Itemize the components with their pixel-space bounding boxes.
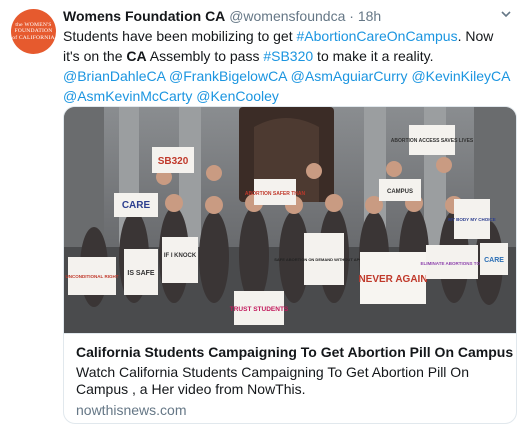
sign-text: ELIMINATE ABORTIONS TOO — [421, 261, 484, 266]
mention-link[interactable]: @KevinKileyCA — [411, 68, 509, 84]
sign-text: ABORTION SAFER THAN — [245, 191, 306, 197]
protest-photo: SB320 ABORTION ACCESS SAVES LIVES CARE A… — [64, 107, 516, 333]
mention-link[interactable]: @BrianDahleCA — [63, 68, 165, 84]
sign-text: CARE — [484, 257, 504, 264]
timestamp[interactable]: 18h — [358, 8, 381, 24]
author-name[interactable]: Womens Foundation CA — [63, 8, 225, 24]
tweet-text-segment: to make it a reality. — [313, 48, 434, 64]
tweet-text-segment: Students have been mobilizing to get — [63, 28, 297, 44]
sign-text: CARE — [122, 200, 151, 211]
mention-link[interactable]: @AsmKevinMcCarty — [63, 88, 192, 104]
sign-text: UNCONDITIONAL RIGHT — [66, 274, 119, 279]
sign-text: NEVER AGAIN — [358, 274, 427, 285]
sign-text: MY BODY MY CHOICE — [448, 217, 496, 222]
sign-text: SAFE ABORTION ON DEMAND WITHOUT APOLOGY — [274, 257, 374, 262]
card-body[interactable]: California Students Campaigning To Get A… — [64, 333, 516, 423]
card-title[interactable]: California Students Campaigning To Get A… — [76, 344, 513, 360]
tweet-text-segment: Assembly to pass — [146, 48, 264, 64]
sign-text: ABORTION ACCESS SAVES LIVES — [391, 138, 474, 144]
sign-text: TRUST STUDENTS — [230, 306, 289, 313]
hashtag-link[interactable]: #SB320 — [263, 48, 313, 64]
separator-dot: · — [349, 8, 354, 24]
card-image[interactable]: SB320 ABORTION ACCESS SAVES LIVES CARE A… — [64, 107, 516, 333]
card-domain: nowthisnews.com — [76, 402, 187, 418]
author-handle[interactable]: @womensfoundca — [229, 8, 345, 24]
tweet-header: Womens Foundation CA @womensfoundca · 18… — [63, 8, 381, 25]
mention-link[interactable]: @FrankBigelowCA — [169, 68, 287, 84]
sign-text: CAMPUS — [387, 189, 413, 195]
hashtag-link[interactable]: #AbortionCareOnCampus — [297, 28, 458, 44]
link-card[interactable]: SB320 ABORTION ACCESS SAVES LIVES CARE A… — [63, 106, 517, 424]
avatar-line: of CALIFORNIA — [12, 34, 55, 41]
tweet-text-bold: CA — [126, 48, 147, 64]
mention-link[interactable]: @KenCooley — [196, 88, 279, 104]
tweet-text: Students have been mobilizing to get #Ab… — [63, 26, 513, 106]
sign-text: SB320 — [158, 156, 189, 167]
chevron-down-icon[interactable] — [500, 8, 512, 20]
sign-text: IF I KNOCK — [164, 253, 197, 259]
mention-link[interactable]: @AsmAguiarCurry — [291, 68, 408, 84]
sign-text: IS SAFE — [127, 270, 155, 277]
avatar[interactable]: the WOMEN'S FOUNDATION of CALIFORNIA — [11, 9, 56, 54]
card-description: Watch California Students Campaigning To… — [76, 364, 469, 397]
